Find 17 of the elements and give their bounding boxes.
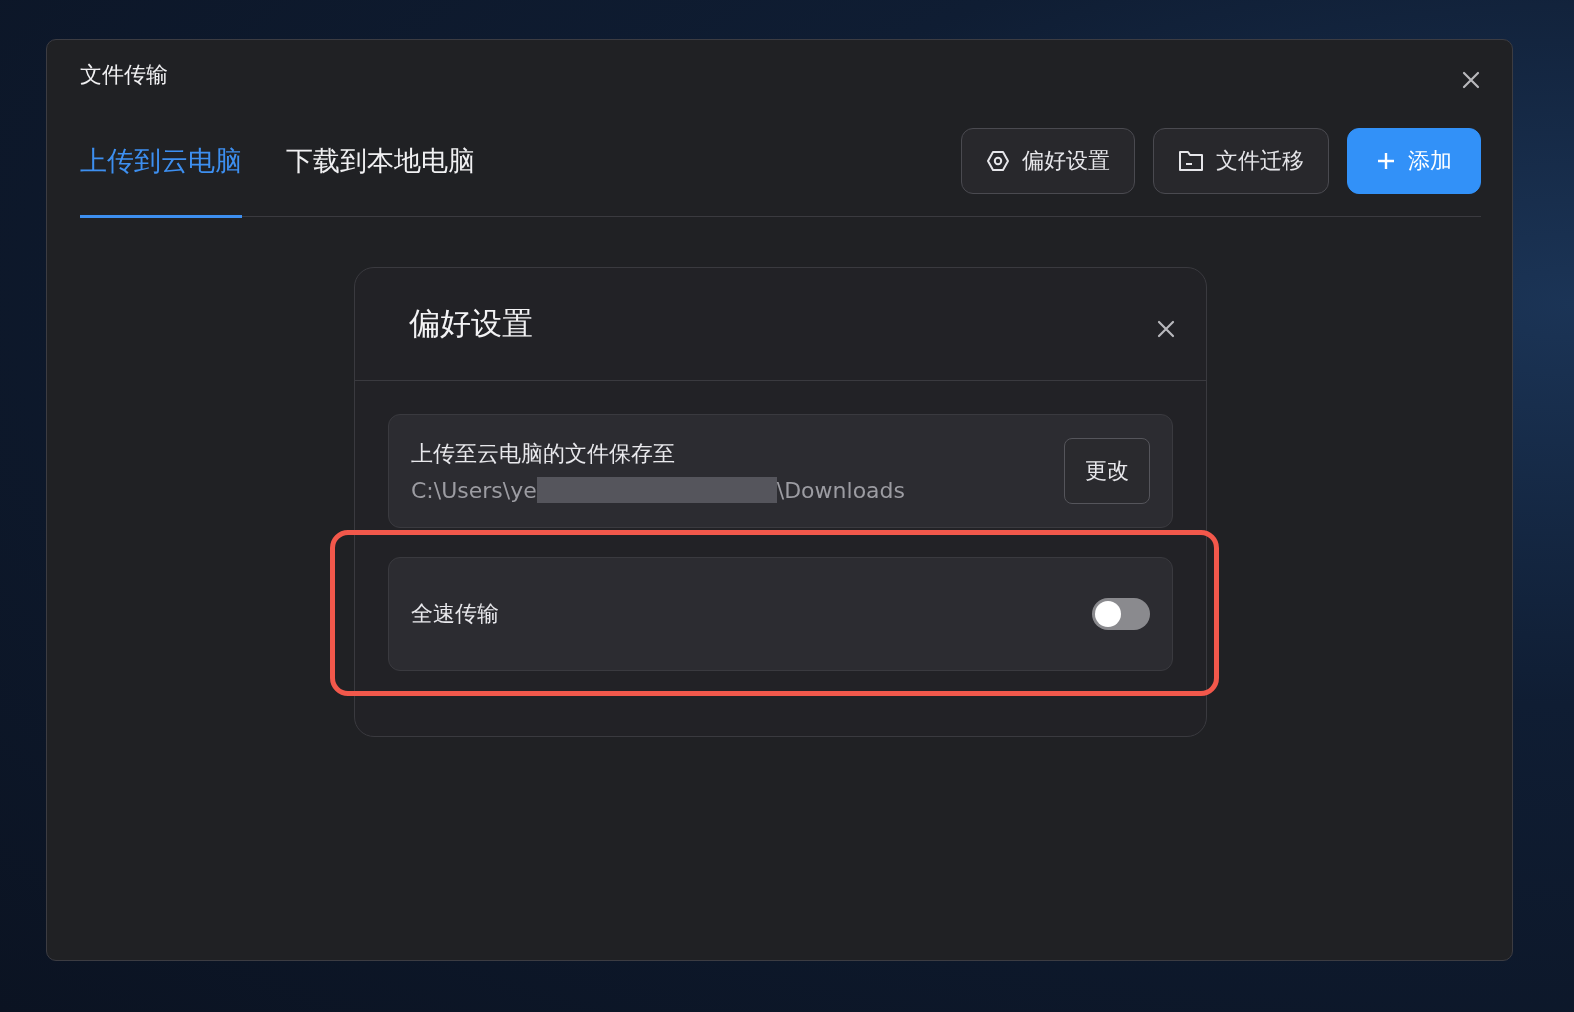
dialog-title: 偏好设置 [409, 304, 533, 343]
toggle-switch[interactable] [1092, 598, 1150, 630]
setting-label: 上传至云电脑的文件保存至 [411, 440, 676, 468]
preferences-button[interactable]: 偏好设置 [961, 128, 1135, 194]
settings-icon [986, 149, 1010, 173]
close-icon[interactable] [1156, 319, 1176, 339]
tab[interactable]: 下载到本地电脑 [286, 142, 475, 218]
file-migrate-button[interactable]: 文件迁移 [1153, 128, 1329, 194]
window-title: 文件传输 [80, 61, 168, 89]
folder-icon [1178, 149, 1204, 173]
plus-icon [1376, 151, 1396, 171]
path-text: \Downloads [776, 477, 905, 503]
setting-label: 全速传输 [411, 600, 499, 628]
close-icon[interactable] [1461, 70, 1481, 90]
path-text: C:\Users\ye [411, 477, 537, 503]
tab[interactable]: 上传到云电脑 [80, 142, 242, 218]
change-button[interactable]: 更改 [1064, 438, 1150, 504]
